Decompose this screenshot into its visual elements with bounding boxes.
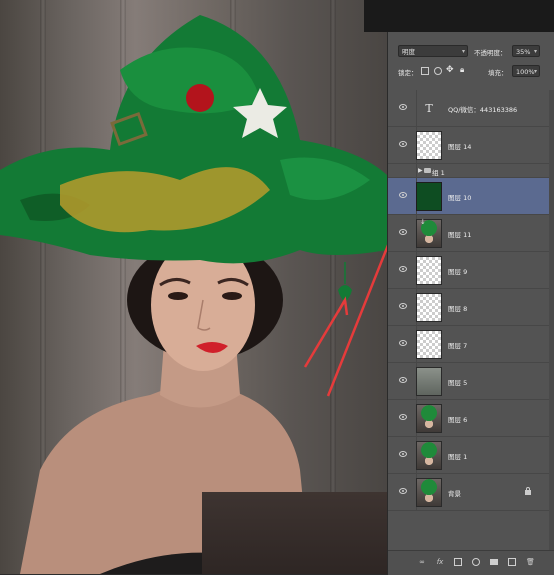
lock-position-icon[interactable]: ✥ — [446, 65, 454, 75]
chevron-down-icon: ▾ — [533, 68, 537, 75]
layer-row[interactable]: 图层 8 — [388, 289, 554, 326]
visibility-toggle[interactable] — [388, 178, 417, 214]
layer-row[interactable]: 图层 5 — [388, 363, 554, 400]
clipping-mask-icon: ↓ — [420, 218, 426, 226]
opacity-input[interactable]: 35% ▾ — [512, 45, 540, 57]
expand-arrow-icon[interactable]: ▶ — [418, 167, 423, 174]
eye-icon — [399, 414, 407, 420]
link-icon[interactable]: ∞ — [418, 558, 426, 566]
layer-thumbnail[interactable] — [416, 478, 442, 507]
visibility-toggle[interactable] — [388, 90, 417, 126]
layer-thumbnail[interactable] — [416, 367, 442, 396]
layer-thumbnail[interactable] — [416, 131, 442, 160]
document-canvas[interactable] — [0, 0, 387, 574]
layer-thumbnail[interactable] — [416, 256, 442, 285]
visibility-toggle[interactable] — [388, 289, 417, 325]
fill-value: 100% — [516, 68, 535, 76]
layer-row[interactable]: 图层 10 — [388, 178, 554, 215]
layer-name[interactable]: 图层 11 — [448, 229, 471, 239]
blend-row: 明度 ▾ 不透明度： 35% ▾ — [388, 42, 554, 61]
fill-input[interactable]: 100% ▾ — [512, 65, 540, 77]
layer-name[interactable]: QQ/微信：443163386 — [448, 104, 517, 114]
layer-thumbnail[interactable] — [416, 330, 442, 359]
eye-icon — [399, 192, 407, 198]
visibility-toggle[interactable] — [388, 326, 417, 362]
eye-icon — [399, 229, 407, 235]
eye-icon — [399, 451, 407, 457]
lock-label: 锁定： — [398, 69, 418, 77]
opacity-value: 35% — [516, 48, 531, 56]
layer-name[interactable]: 图层 5 — [448, 377, 467, 387]
mask-icon[interactable] — [454, 558, 462, 566]
text-layer-icon[interactable]: T — [416, 94, 442, 123]
fill-label: 填充： — [488, 69, 508, 77]
layers-footer: ∞ fx 🗑︎ — [388, 550, 554, 575]
eye-icon — [399, 340, 407, 346]
layer-name[interactable]: 图层 7 — [448, 340, 467, 350]
visibility-toggle[interactable] — [388, 474, 417, 510]
eye-icon — [399, 488, 407, 494]
visibility-toggle[interactable] — [388, 252, 417, 288]
layer-row[interactable]: 图层 6 — [388, 400, 554, 437]
layer-name[interactable]: 背景 — [448, 488, 461, 498]
lock-icon — [525, 487, 531, 495]
blend-mode-dropdown[interactable]: 明度 ▾ — [398, 45, 468, 57]
layer-row[interactable]: 背景 — [388, 474, 554, 511]
fx-icon[interactable]: fx — [436, 558, 444, 566]
layer-name[interactable]: 图层 14 — [448, 141, 471, 151]
lock-all-icon[interactable]: 🔒︎ — [460, 65, 464, 75]
blend-mode-value: 明度 — [402, 48, 415, 56]
eye-icon — [399, 266, 407, 272]
portrait-illustration — [0, 15, 387, 574]
layer-row[interactable]: ▶ 组 1 — [388, 164, 554, 178]
layer-name[interactable]: 组 1 — [432, 167, 445, 177]
visibility-toggle[interactable] — [388, 164, 417, 177]
chevron-down-icon: ▾ — [461, 48, 465, 55]
adjustment-icon[interactable] — [472, 558, 480, 566]
left-eye — [168, 292, 188, 300]
eye-icon — [399, 141, 407, 147]
right-eye — [222, 292, 242, 300]
canvas-overlay-patch — [202, 492, 387, 574]
trash-icon[interactable]: 🗑︎ — [526, 558, 535, 566]
layer-name[interactable]: 图层 8 — [448, 303, 467, 313]
top-bar — [364, 0, 554, 32]
chevron-down-icon: ▾ — [533, 48, 537, 55]
visibility-toggle[interactable] — [388, 127, 417, 163]
layer-thumbnail[interactable] — [416, 404, 442, 433]
layer-row[interactable]: T QQ/微信：443163386 — [388, 90, 554, 127]
lock-transparent-icon[interactable] — [421, 67, 429, 75]
folder-icon — [424, 168, 431, 173]
layer-row[interactable]: 图层 1 — [388, 437, 554, 474]
visibility-toggle[interactable] — [388, 400, 417, 436]
visibility-toggle[interactable] — [388, 215, 417, 251]
layer-row[interactable]: 图层 7 — [388, 326, 554, 363]
layer-thumbnail[interactable] — [416, 441, 442, 470]
layers-panel: 明度 ▾ 不透明度： 35% ▾ 锁定： ✥ 🔒︎ 填充： 100% ▾ T QQ… — [387, 32, 554, 575]
layer-thumbnail[interactable] — [416, 293, 442, 322]
lock-row: 锁定： ✥ 🔒︎ 填充： 100% ▾ — [388, 62, 554, 81]
layer-name[interactable]: 图层 6 — [448, 414, 467, 424]
layer-name[interactable]: 图层 9 — [448, 266, 467, 276]
opacity-label: 不透明度： — [474, 49, 507, 57]
layer-name[interactable]: 图层 10 — [448, 192, 471, 202]
eye-icon — [399, 377, 407, 383]
layers-scrollbar[interactable] — [549, 90, 554, 550]
red-ornament — [186, 84, 214, 112]
group-folder-icon[interactable] — [490, 559, 498, 565]
new-layer-icon[interactable] — [508, 558, 516, 566]
layer-thumbnail[interactable] — [416, 182, 442, 211]
eye-icon — [399, 303, 407, 309]
eye-icon — [399, 104, 407, 110]
lock-pixels-icon[interactable] — [434, 67, 442, 75]
layer-row[interactable]: ↓ 图层 11 — [388, 215, 554, 252]
layer-row[interactable]: 图层 14 — [388, 127, 554, 164]
layer-row[interactable]: 图层 9 — [388, 252, 554, 289]
visibility-toggle[interactable] — [388, 363, 417, 399]
layer-list: T QQ/微信：443163386 图层 14 ▶ 组 1 图层 10 ↓ 图层 11 图层 9… — [388, 90, 554, 511]
layer-name[interactable]: 图层 1 — [448, 451, 467, 461]
visibility-toggle[interactable] — [388, 437, 417, 473]
